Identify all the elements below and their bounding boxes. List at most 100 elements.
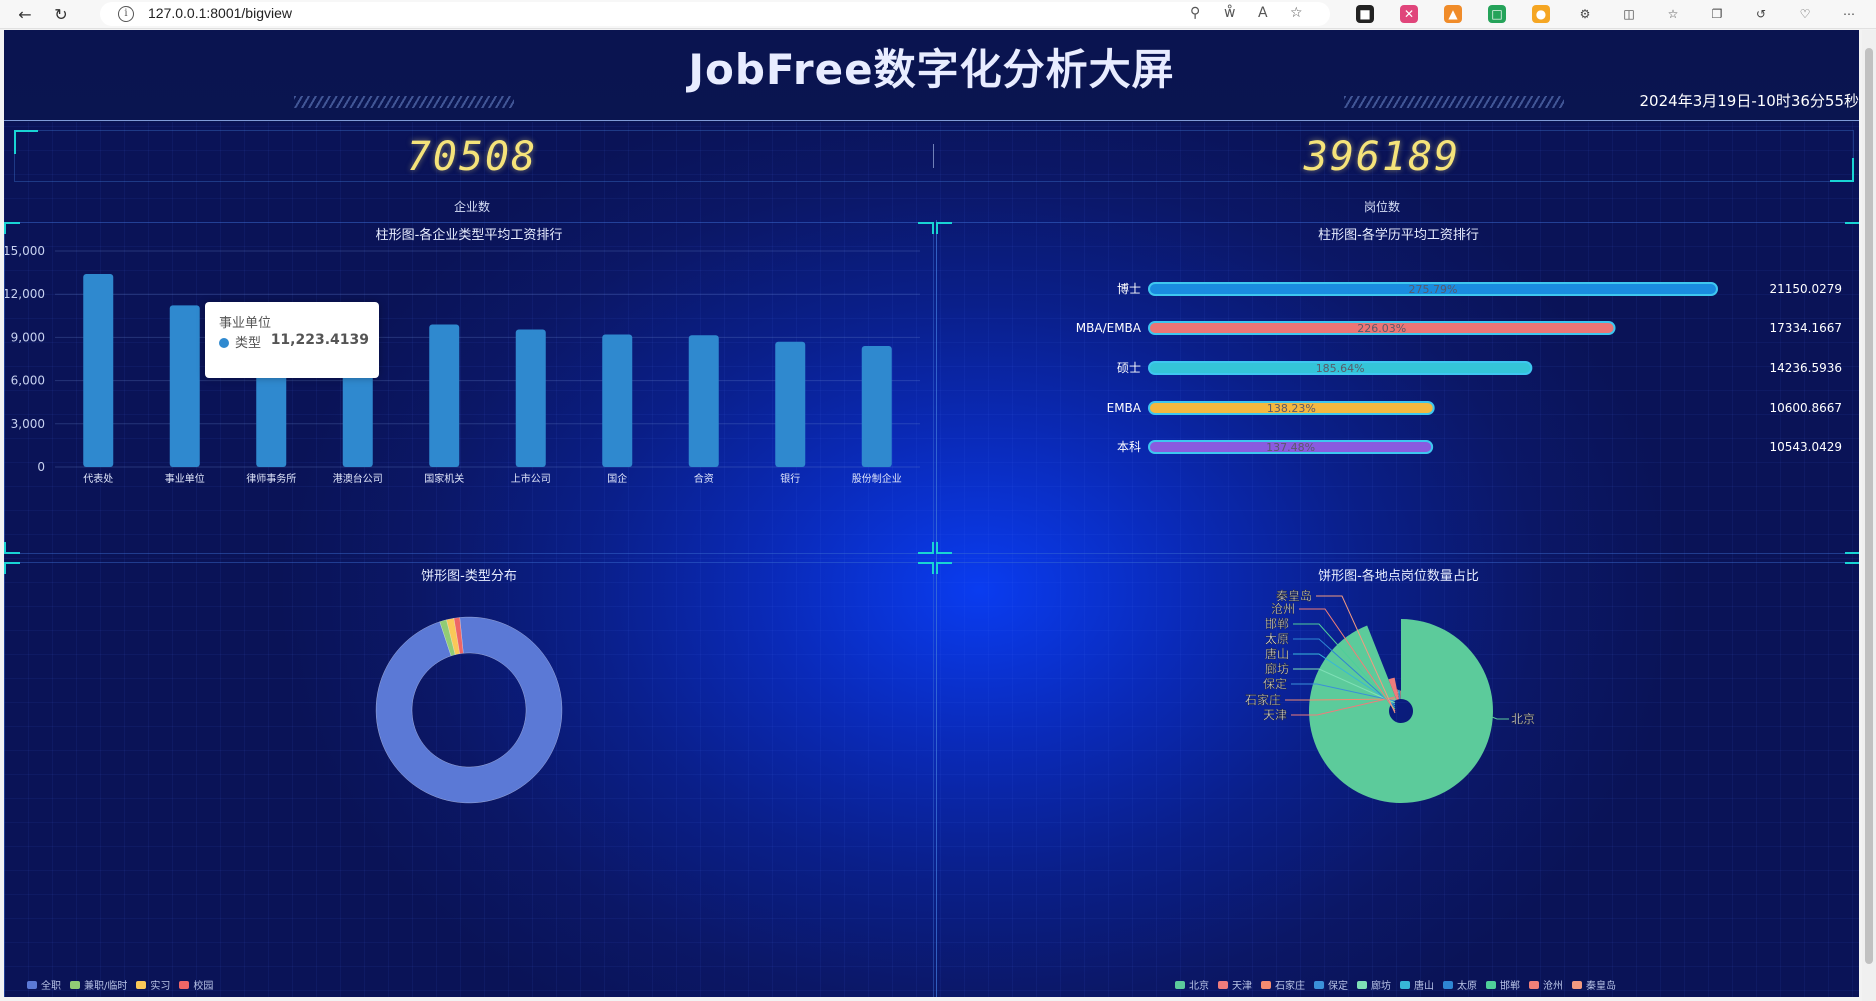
legend-swatch bbox=[1443, 980, 1453, 989]
favorite-star-icon[interactable]: ☆ bbox=[1290, 5, 1303, 21]
health-icon[interactable]: ♡ bbox=[1796, 5, 1814, 23]
legend-swatch bbox=[1486, 980, 1496, 989]
legend-item[interactable]: 天津 bbox=[1218, 977, 1252, 992]
header-divider bbox=[4, 120, 1859, 121]
location-share-legend: 北京 天津 石家庄 保定 廊坊 唐山 太原 邯郸 沧州 秦皇岛 bbox=[1175, 977, 1625, 992]
page-title: JobFree数字化分析大屏 bbox=[688, 45, 1175, 94]
x-tick-label: 律师事务所 bbox=[246, 472, 296, 485]
legend-item[interactable]: 兼职/临时 bbox=[70, 977, 127, 992]
corner-decoration bbox=[918, 562, 934, 574]
extension-icon[interactable]: □ bbox=[1488, 5, 1506, 23]
slice-label: 邯郸 bbox=[1265, 616, 1289, 631]
legend-swatch bbox=[70, 980, 80, 989]
legend-label: 实习 bbox=[150, 981, 171, 992]
current-datetime: 2024年3月19日-10时36分55秒 bbox=[1639, 92, 1859, 110]
bar-category-label: 本科 bbox=[1117, 440, 1141, 454]
legend-swatch bbox=[1357, 980, 1367, 989]
x-tick-label: 港澳台公司 bbox=[333, 472, 383, 485]
legend-label: 太原 bbox=[1457, 981, 1477, 992]
legend-swatch bbox=[1400, 980, 1410, 989]
translate-icon[interactable]: ẘ bbox=[1224, 5, 1235, 21]
type-distribution-panel: 饼形图-类型分布 全职 兼职/临时 实习 校园 bbox=[4, 562, 934, 997]
bar-percent-label: 275.79% bbox=[1409, 283, 1458, 296]
slice-label: 唐山 bbox=[1265, 646, 1289, 661]
y-tick-label: 9,000 bbox=[11, 330, 45, 344]
legend-item[interactable]: 石家庄 bbox=[1261, 977, 1305, 992]
x-tick-label: 银行 bbox=[780, 472, 800, 485]
favorites-icon[interactable]: ☆ bbox=[1664, 5, 1682, 23]
bar bbox=[429, 324, 460, 467]
legend-swatch bbox=[136, 980, 147, 989]
company-count: 70508 bbox=[406, 134, 538, 180]
bar bbox=[775, 341, 806, 467]
legend-item[interactable]: 实习 bbox=[136, 977, 170, 992]
header-decoration bbox=[1344, 96, 1564, 108]
y-tick-label: 0 bbox=[37, 460, 45, 474]
legend-label: 保定 bbox=[1328, 981, 1348, 992]
legend-swatch bbox=[27, 980, 37, 989]
legend-item[interactable]: 秦皇岛 bbox=[1572, 977, 1616, 992]
bar-value-label: 21150.0279 bbox=[1769, 282, 1842, 296]
bar bbox=[169, 305, 200, 467]
company-salary-panel: 柱形图-各企业类型平均工资排行 0 3,000 6,000 9,000 12,000 15… bbox=[4, 222, 934, 554]
legend-item[interactable]: 北京 bbox=[1175, 977, 1209, 992]
legend-item[interactable]: 校园 bbox=[179, 977, 213, 992]
more-icon[interactable]: ⋯ bbox=[1840, 5, 1858, 23]
legend-label: 唐山 bbox=[1414, 981, 1434, 992]
legend-label: 全职 bbox=[41, 981, 61, 992]
extension-icon[interactable]: ■ bbox=[1356, 5, 1374, 23]
legend-item[interactable]: 邯郸 bbox=[1486, 977, 1520, 992]
bar-category-label: 硕士 bbox=[1117, 361, 1141, 375]
extension-icon[interactable]: ● bbox=[1532, 5, 1550, 23]
read-aloud-icon[interactable]: A bbox=[1258, 5, 1268, 21]
legend-label: 校园 bbox=[193, 981, 214, 992]
legend-item[interactable]: 保定 bbox=[1314, 977, 1348, 992]
refresh-icon[interactable]: ↻ bbox=[50, 3, 72, 25]
bar bbox=[602, 334, 633, 467]
y-tick-label: 12,000 bbox=[5, 287, 45, 301]
y-tick-label: 3,000 bbox=[11, 417, 45, 431]
extension-icon[interactable]: ✕ bbox=[1400, 5, 1418, 23]
legend-item[interactable]: 沧州 bbox=[1529, 977, 1563, 992]
bar-value-label: 17334.1667 bbox=[1769, 321, 1842, 335]
page-scrollbar[interactable] bbox=[1862, 30, 1876, 1001]
history-icon[interactable]: ↺ bbox=[1752, 5, 1770, 23]
legend-swatch bbox=[1529, 980, 1539, 989]
extension-icon[interactable]: ▲ bbox=[1444, 5, 1462, 23]
extensions-icon[interactable]: ⚙ bbox=[1576, 5, 1594, 23]
rose-slice bbox=[1309, 619, 1493, 803]
site-info-icon[interactable]: i bbox=[118, 6, 134, 22]
location-share-chart: 北京 天津石家庄保定廊坊唐山太原邯郸沧州秦皇岛 bbox=[1245, 588, 1535, 803]
corner-decoration bbox=[4, 542, 20, 554]
x-tick-label: 代表处 bbox=[83, 472, 113, 485]
legend-label: 兼职/临时 bbox=[84, 981, 128, 992]
url-text: 127.0.0.1:8001/bigview bbox=[148, 5, 292, 21]
legend-swatch bbox=[179, 980, 190, 989]
legend-label: 北京 bbox=[1189, 981, 1209, 992]
donut-slice bbox=[375, 616, 563, 804]
corner-decoration bbox=[4, 222, 20, 234]
address-bar[interactable]: i 127.0.0.1:8001/bigview ⚲ ẘ A ☆ bbox=[100, 2, 1330, 26]
legend-item[interactable]: 廊坊 bbox=[1357, 977, 1391, 992]
legend-swatch bbox=[1572, 980, 1582, 989]
scrollbar-thumb[interactable] bbox=[1865, 48, 1873, 964]
slice-label: 北京 bbox=[1511, 712, 1535, 726]
browser-toolbar: ← ↻ i 127.0.0.1:8001/bigview ⚲ ẘ A ☆ ■ ✕… bbox=[0, 0, 1876, 29]
education-salary-chart: 博士 275.79% 21150.0279 MBA/EMBA 226.03% 17334.… bbox=[1076, 281, 1842, 454]
legend-label: 秦皇岛 bbox=[1586, 981, 1616, 992]
split-screen-icon[interactable]: ◫ bbox=[1620, 5, 1638, 23]
legend-item[interactable]: 太原 bbox=[1443, 977, 1477, 992]
x-tick-label: 股份制企业 bbox=[852, 472, 902, 485]
corner-decoration bbox=[1845, 222, 1859, 234]
back-icon[interactable]: ← bbox=[14, 3, 36, 25]
tooltip-series-marker bbox=[219, 338, 229, 348]
bar-value-label: 10600.8667 bbox=[1769, 401, 1842, 415]
company-salary-chart: 03,0006,0009,00012,00015,000代表处 事业单位 律师事务所… bbox=[5, 244, 920, 485]
company-count-label: 企业数 bbox=[453, 200, 490, 214]
legend-item[interactable]: 唐山 bbox=[1400, 977, 1434, 992]
key-icon[interactable]: ⚲ bbox=[1190, 5, 1200, 21]
bar bbox=[515, 329, 546, 467]
legend-item[interactable]: 全职 bbox=[27, 977, 61, 992]
collections-icon[interactable]: ❐ bbox=[1708, 5, 1726, 23]
location-share-panel: 饼形图-各地点岗位数量占比 北京 天津 石家庄 保定 廊坊 唐山 太原 邯郸 沧州 秦皇岛 北京天… bbox=[936, 562, 1859, 997]
